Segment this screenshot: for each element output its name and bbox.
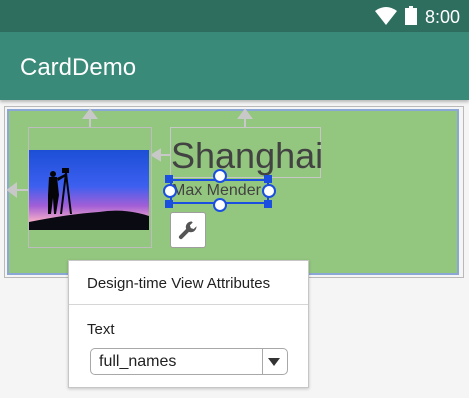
dropdown-arrow-icon[interactable] (268, 358, 280, 366)
app-bar: CardDemo (0, 32, 469, 100)
select-value: full_names (99, 353, 177, 370)
app-title: CardDemo (20, 54, 137, 81)
wifi-icon (375, 7, 397, 25)
status-bar: 8:00 (0, 0, 469, 32)
design-attributes-button[interactable] (170, 212, 206, 248)
design-attributes-popup: Design-time View Attributes Text full_na… (68, 260, 309, 388)
select-divider (262, 349, 263, 374)
name-text[interactable]: Max Mender (172, 181, 266, 201)
wrench-icon (178, 221, 197, 240)
photo-image[interactable] (29, 150, 149, 230)
text-attribute-select[interactable]: full_names (90, 348, 288, 375)
status-time: 8:00 (425, 7, 461, 27)
text-field-label: Text (87, 321, 115, 338)
popup-divider (69, 304, 308, 305)
battery-icon (405, 6, 417, 25)
city-title[interactable]: Shanghai (171, 136, 323, 176)
popup-title: Design-time View Attributes (87, 275, 271, 292)
